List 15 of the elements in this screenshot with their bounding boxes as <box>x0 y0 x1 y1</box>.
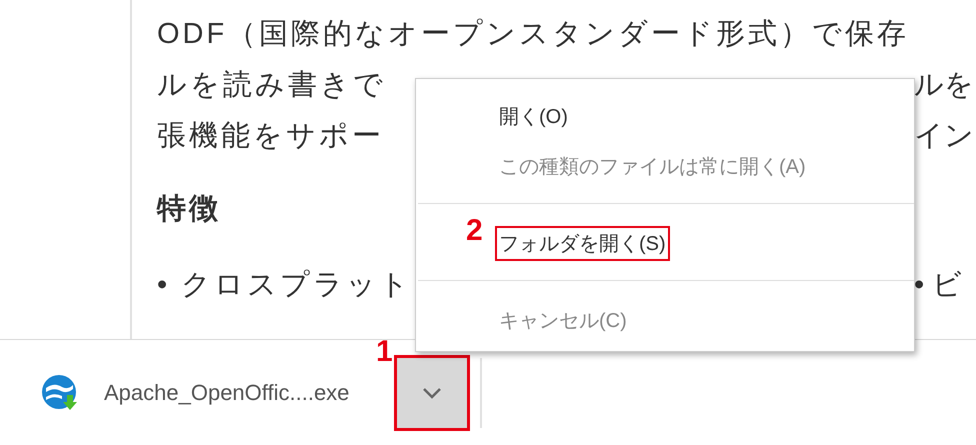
paragraph-text: • クロスプラット <box>157 268 412 302</box>
paragraph-text: 張機能をサポー <box>157 118 384 154</box>
paragraph-text: ルを <box>914 68 974 102</box>
section-heading: 特徴 <box>157 192 221 227</box>
annotation-number: 2 <box>466 214 483 248</box>
paragraph-text: • ビ <box>914 268 962 302</box>
annotation-number: 1 <box>376 334 393 368</box>
chevron-icon <box>421 386 443 400</box>
file-name[interactable]: Apache_OpenOffic....exe <box>104 380 394 406</box>
app-icon <box>40 372 80 412</box>
paragraph-text: ルを読み書きで <box>157 68 386 102</box>
menu-item[interactable]: 開く(O) <box>497 100 570 132</box>
paragraph-text: ODF（国際的なオープンスタンダード形式）で保存 <box>157 16 910 52</box>
paragraph-text: イン <box>914 118 974 154</box>
menu-item[interactable]: フォルダを開く(S) <box>497 228 668 258</box>
